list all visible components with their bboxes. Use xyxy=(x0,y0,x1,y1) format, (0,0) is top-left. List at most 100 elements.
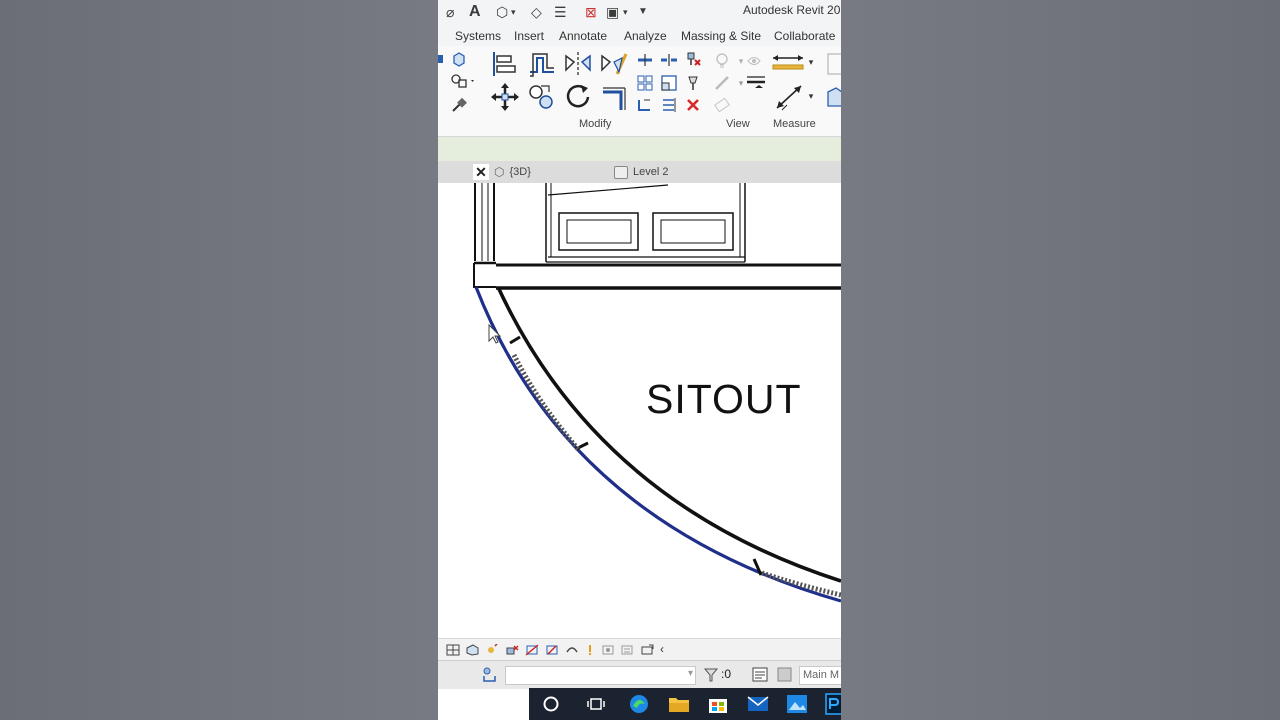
clipped-tool-icon[interactable] xyxy=(438,52,446,66)
ribbon: ▾ ▾ ▾ ▾ Modify View Measure xyxy=(438,46,841,137)
rotate-icon[interactable] xyxy=(563,82,593,112)
chevron-down-icon[interactable]: ▾ xyxy=(511,3,516,21)
trim-multiple-icon[interactable] xyxy=(660,96,678,114)
tag-qat-icon[interactable]: ◇ xyxy=(531,3,542,21)
drawing-canvas[interactable]: SITOUT xyxy=(438,183,841,638)
cut-geometry-icon[interactable] xyxy=(451,51,467,67)
dimension-icon[interactable] xyxy=(773,82,807,112)
lightbulb-icon[interactable] xyxy=(713,52,731,70)
view-control-bar: ‹ xyxy=(438,638,841,661)
tab-systems[interactable]: Systems xyxy=(455,29,501,43)
filter-icon[interactable] xyxy=(703,667,719,688)
floor-plan-icon xyxy=(614,165,628,179)
thin-lines-icon[interactable]: ☰ xyxy=(554,3,567,21)
offset-icon[interactable] xyxy=(527,50,557,78)
worksets-icon[interactable] xyxy=(481,666,499,687)
align-icon[interactable] xyxy=(490,50,518,78)
tab-annotate[interactable]: Annotate xyxy=(559,29,607,43)
delete-icon[interactable] xyxy=(684,96,702,114)
3d-view-icon[interactable]: ⬡ xyxy=(496,3,508,21)
thin-lines-icon[interactable] xyxy=(745,72,767,92)
chevron-down-icon[interactable]: ▾ xyxy=(806,88,816,104)
customize-qat-icon[interactable]: ▼ xyxy=(638,3,648,21)
sun-path-icon[interactable] xyxy=(484,643,498,655)
measure-between-icon[interactable] xyxy=(771,52,805,74)
wall-band xyxy=(473,261,841,290)
options-bar xyxy=(438,137,841,161)
editable-only-icon[interactable] xyxy=(752,667,768,687)
trim-extend-corner-icon[interactable] xyxy=(599,84,629,112)
array-icon[interactable] xyxy=(636,74,654,92)
chevron-down-icon[interactable]: ▾ xyxy=(806,54,816,70)
mail-icon[interactable] xyxy=(747,693,769,715)
unpin-icon[interactable] xyxy=(684,50,702,68)
view-tab-3d[interactable]: ⬡ {3D} xyxy=(494,163,531,181)
chevron-down-icon: ▾ xyxy=(687,668,693,679)
microsoft-store-icon[interactable] xyxy=(707,693,729,715)
design-options-icon[interactable] xyxy=(777,667,793,687)
measure-qat-icon[interactable]: ⌀ xyxy=(446,3,454,21)
text-qat-icon[interactable]: A xyxy=(469,3,481,21)
selection-count: :0 xyxy=(721,667,732,681)
quick-access-toolbar: ⌀ A ⬡ ▾ ◇ ☰ ⊠ ▣ ▾ ▼ Autodesk Revit 2022 xyxy=(438,0,841,24)
chevron-down-icon[interactable]: ▾ xyxy=(623,3,628,21)
reveal-hidden-icon[interactable] xyxy=(601,643,614,655)
pin-icon[interactable] xyxy=(684,74,702,92)
tab-analyze[interactable]: Analyze xyxy=(624,29,667,43)
status-bar: ▾ :0 Main M xyxy=(438,660,841,689)
hide-element-icon[interactable] xyxy=(745,52,763,70)
photoshop-icon[interactable] xyxy=(825,693,841,715)
photos-icon[interactable] xyxy=(786,693,808,715)
background-right xyxy=(841,0,1280,720)
join-geometry-icon[interactable] xyxy=(450,73,476,89)
override-graphics-icon[interactable] xyxy=(713,96,731,114)
detail-level-icon[interactable] xyxy=(446,643,460,656)
view-tab-level-2[interactable]: Level 2 xyxy=(614,163,668,181)
visual-style-icon[interactable] xyxy=(465,643,479,656)
ribbon-tabs: Systems Insert Annotate Analyze Massing … xyxy=(438,24,841,46)
copy-icon[interactable] xyxy=(527,82,557,112)
move-icon[interactable] xyxy=(490,82,520,112)
search-icon[interactable] xyxy=(540,693,562,715)
paint-icon[interactable] xyxy=(450,96,468,114)
tab-collaborate[interactable]: Collaborate xyxy=(774,29,835,43)
panel-label-modify: Modify xyxy=(579,118,612,130)
temporary-properties-icon[interactable] xyxy=(620,643,633,655)
design-option-field[interactable]: Main M xyxy=(799,666,841,685)
close-hidden-icon[interactable]: ⊠ xyxy=(585,3,597,21)
view-tabs: ✕ ⬡ {3D} Level 2 xyxy=(438,161,841,183)
split-element-icon[interactable] xyxy=(636,52,654,68)
edge-browser-icon[interactable] xyxy=(628,693,650,715)
component-icon[interactable] xyxy=(824,82,841,112)
view-tab-label: Level 2 xyxy=(633,166,669,178)
inner-curved-wall xyxy=(496,286,841,583)
switch-windows-icon[interactable]: ▣ xyxy=(606,3,619,21)
trim-single-icon[interactable] xyxy=(636,96,654,114)
mirror-pick-axis-icon[interactable] xyxy=(563,50,593,78)
linework-icon[interactable] xyxy=(713,74,731,92)
scale-icon[interactable] xyxy=(660,74,678,92)
room-label[interactable]: SITOUT xyxy=(646,376,802,423)
tab-massing-site[interactable]: Massing & Site xyxy=(681,29,761,43)
worksharing-display-icon[interactable] xyxy=(640,643,654,655)
task-view-icon[interactable] xyxy=(585,693,607,715)
app-title: Autodesk Revit 2022 xyxy=(743,3,841,17)
chevron-left-icon[interactable]: ‹ xyxy=(660,643,673,655)
unlock-3d-icon[interactable] xyxy=(565,643,578,655)
revit-window: ⌀ A ⬡ ▾ ◇ ☰ ⊠ ▣ ▾ ▼ Autodesk Revit 2022 … xyxy=(438,0,841,720)
panel-label-view: View xyxy=(726,118,750,130)
crop-view-icon[interactable] xyxy=(525,643,539,656)
create-panel-icon[interactable] xyxy=(824,50,841,78)
door-elevation xyxy=(545,183,746,263)
tab-insert[interactable]: Insert xyxy=(514,29,544,43)
file-explorer-icon[interactable] xyxy=(668,693,690,715)
mirror-draw-axis-icon[interactable] xyxy=(599,50,629,78)
left-wall-jamb xyxy=(474,183,495,261)
temporary-hide-icon[interactable] xyxy=(583,643,596,656)
workset-dropdown[interactable]: ▾ xyxy=(505,666,696,685)
close-icon[interactable]: ✕ xyxy=(473,164,489,180)
show-crop-icon[interactable] xyxy=(545,643,558,655)
split-gap-icon[interactable] xyxy=(660,52,678,68)
background-left xyxy=(0,0,438,720)
shadows-icon[interactable] xyxy=(505,643,519,655)
